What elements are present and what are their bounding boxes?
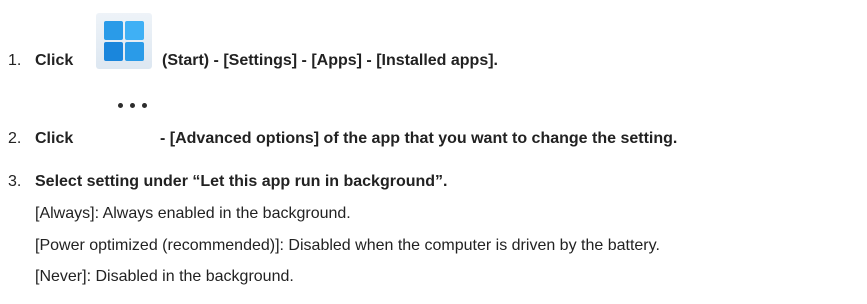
step-1-click-label: Click: [35, 52, 74, 69]
step-2-instruction: - [Advanced options] of the app that you…: [160, 130, 678, 147]
option-never-description: [Never]: Disabled in the background.: [35, 268, 294, 285]
step-2-click-label: Click: [35, 130, 74, 147]
option-always-description: [Always]: Always enabled in the backgrou…: [35, 205, 351, 222]
step-2-number: 2.: [8, 130, 22, 147]
windows-start-icon: [96, 13, 152, 69]
more-options-ellipsis-icon: [116, 102, 150, 110]
step-3-instruction: Select setting under “Let this app run i…: [35, 173, 448, 190]
step-1-instruction: (Start) - [Settings] - [Apps] - [Install…: [162, 52, 498, 69]
step-3-number: 3.: [8, 173, 22, 190]
step-1-number: 1.: [8, 52, 22, 69]
option-power-optimized-description: [Power optimized (recommended)]: Disable…: [35, 237, 660, 254]
